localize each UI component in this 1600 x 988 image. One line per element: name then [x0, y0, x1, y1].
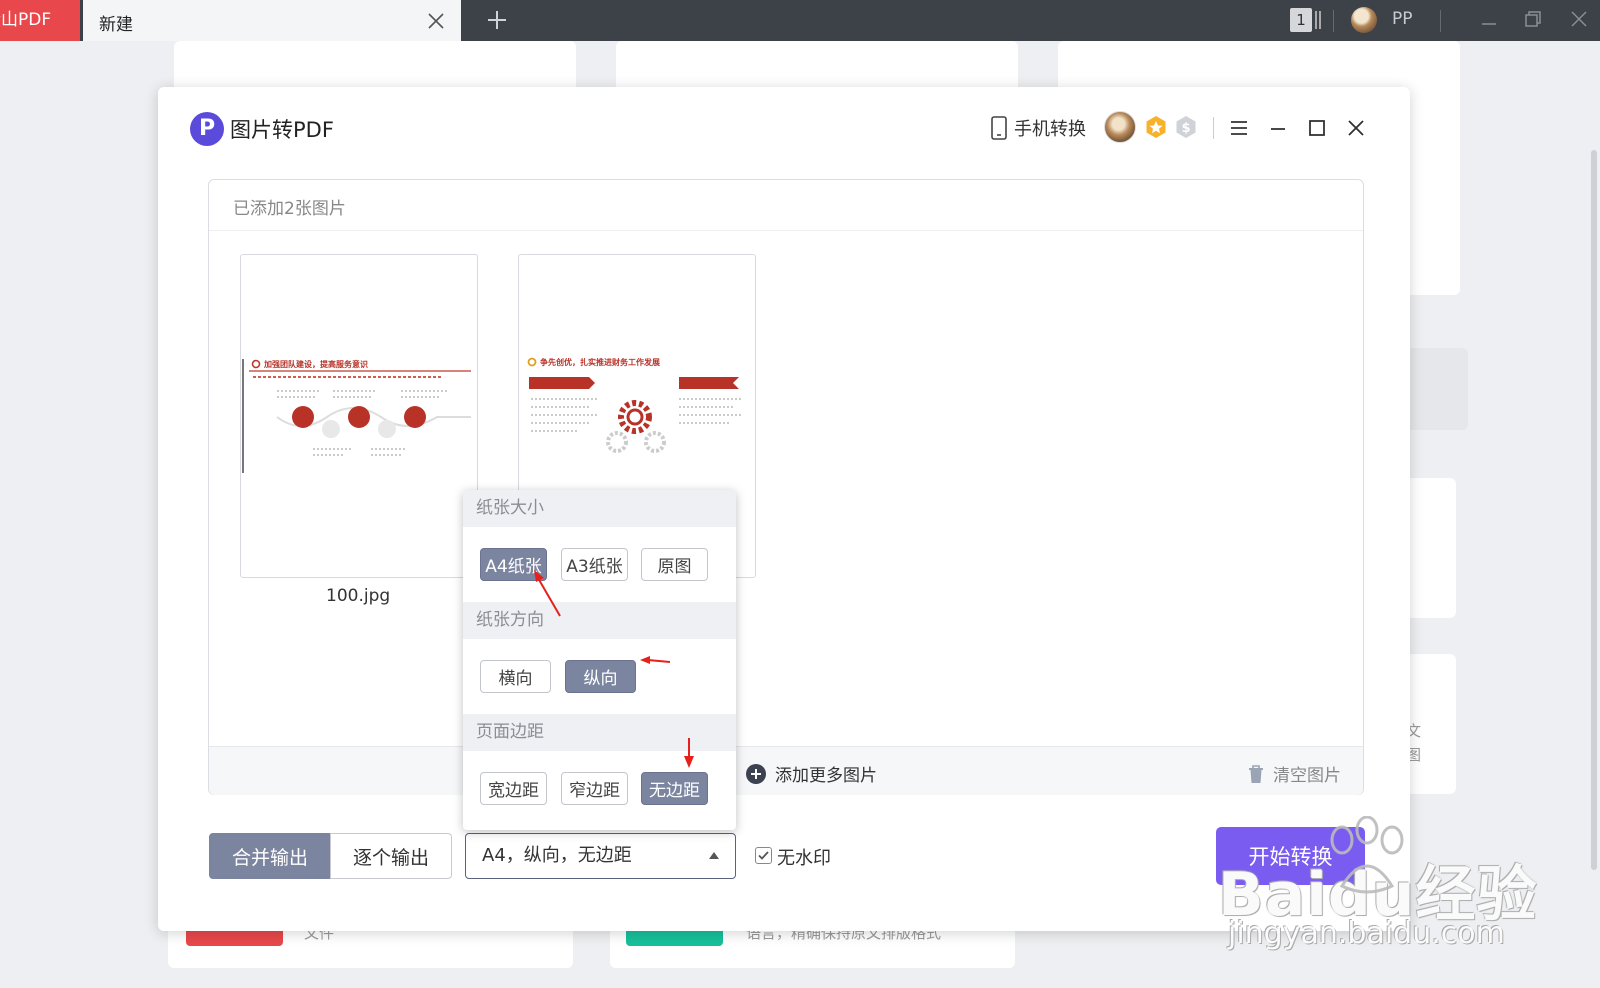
tab-counter-badge[interactable]: 1	[1290, 8, 1322, 32]
svg-text:$: $	[1181, 121, 1190, 136]
no-watermark-label[interactable]: 无水印	[777, 844, 831, 870]
new-tab-plus-icon[interactable]	[484, 7, 510, 33]
browser-tab-bar: 金山PDF 新建 1 PP	[0, 0, 1600, 41]
annotation-arrow-icon	[684, 738, 694, 768]
account-avatar[interactable]	[1104, 111, 1136, 143]
thumbnail-2-heading: 争先创优，扎实推进财务工作发展	[540, 357, 660, 367]
thumbnail-1-filename: 100.jpg	[326, 586, 391, 606]
minimize-icon[interactable]	[1478, 8, 1500, 30]
separate-output-tab[interactable]: 逐个输出	[330, 833, 452, 879]
menu-icon[interactable]	[1228, 117, 1250, 139]
dialog-close-icon[interactable]	[1345, 117, 1367, 139]
watermark-url: jingyan.baidu.com	[1228, 916, 1505, 951]
orientation-portrait-option[interactable]: 纵向	[565, 660, 636, 693]
app-tab-label: 金山PDF	[0, 10, 52, 30]
user-name[interactable]: PP	[1392, 9, 1413, 29]
image-thumbnail-1[interactable]: 加强团队建设，提高服务意识	[240, 254, 478, 578]
trash-icon	[1249, 764, 1263, 783]
dialog-title: 图片转PDF	[230, 118, 334, 142]
window-close-icon[interactable]	[1568, 8, 1590, 30]
app-tab[interactable]: 金山PDF	[0, 0, 80, 41]
image-count-header: 已添加2张图片	[233, 199, 346, 219]
margin-none-option[interactable]: 无边距	[641, 772, 708, 805]
dialog-minimize-icon[interactable]	[1267, 117, 1289, 139]
baidu-watermark: Baidu经验 jingyan.baidu.com	[1218, 816, 1537, 951]
thumbnail-1-preview: 加强团队建设，提高服务意识	[242, 359, 471, 473]
image-to-pdf-dialog: P 图片转PDF 手机转换 $ 已添加2张图片 加强团队建设，提高服务意识 10…	[158, 87, 1410, 931]
paper-size-a3-option[interactable]: A3纸张	[561, 548, 628, 581]
clear-images-label: 清空图片	[1273, 766, 1341, 786]
doc-tab[interactable]: 新建	[83, 0, 461, 41]
phone-icon[interactable]	[989, 116, 1009, 140]
orientation-section-title: 纸张方向	[463, 602, 736, 639]
restore-icon[interactable]	[1522, 8, 1544, 30]
add-more-label: 添加更多图片	[775, 766, 877, 786]
check-icon	[758, 851, 769, 860]
paw-logo-icon	[1330, 816, 1404, 894]
coin-badge-icon[interactable]: $	[1174, 115, 1198, 139]
caret-up-icon	[709, 852, 719, 859]
page-scrollbar[interactable]	[1591, 150, 1597, 870]
margin-wide-option[interactable]: 宽边距	[480, 772, 547, 805]
image-panel: 已添加2张图片 加强团队建设，提高服务意识 100.jpg 争先创优，扎实推进财…	[208, 179, 1364, 795]
panel-footer: 添加更多图片 清空图片	[209, 746, 1363, 795]
phone-convert-button[interactable]: 手机转换	[1014, 115, 1086, 141]
page-settings-value: A4，纵向，无边距	[482, 845, 632, 866]
page-settings-select[interactable]: A4，纵向，无边距	[465, 833, 736, 879]
add-more-images-button[interactable]: 添加更多图片	[745, 761, 877, 786]
orientation-landscape-option[interactable]: 横向	[480, 660, 551, 693]
doc-tab-label: 新建	[99, 15, 133, 35]
merge-output-tab[interactable]: 合并输出	[209, 833, 331, 879]
paper-size-original-option[interactable]: 原图	[641, 548, 708, 581]
clear-images-button[interactable]: 清空图片	[1247, 761, 1341, 786]
margin-narrow-option[interactable]: 窄边距	[561, 772, 628, 805]
annotation-arrow-icon	[534, 570, 561, 617]
close-icon[interactable]	[427, 12, 445, 30]
paper-size-section-title: 纸张大小	[463, 490, 736, 527]
app-logo-icon: P	[190, 112, 224, 146]
dialog-maximize-icon[interactable]	[1306, 117, 1328, 139]
user-avatar[interactable]	[1351, 7, 1377, 33]
annotation-arrow-icon	[640, 656, 671, 664]
vip-badge-icon[interactable]	[1144, 115, 1168, 139]
page-settings-popup: 纸张大小 A4纸张 A3纸张 原图 纸张方向 横向 纵向 页面边距 宽边距 窄边…	[463, 490, 736, 830]
no-watermark-checkbox[interactable]	[755, 847, 772, 864]
thumbnail-1-heading: 加强团队建设，提高服务意识	[263, 359, 368, 369]
tab-counter: 1	[1290, 8, 1312, 32]
plus-circle-icon	[746, 763, 766, 784]
